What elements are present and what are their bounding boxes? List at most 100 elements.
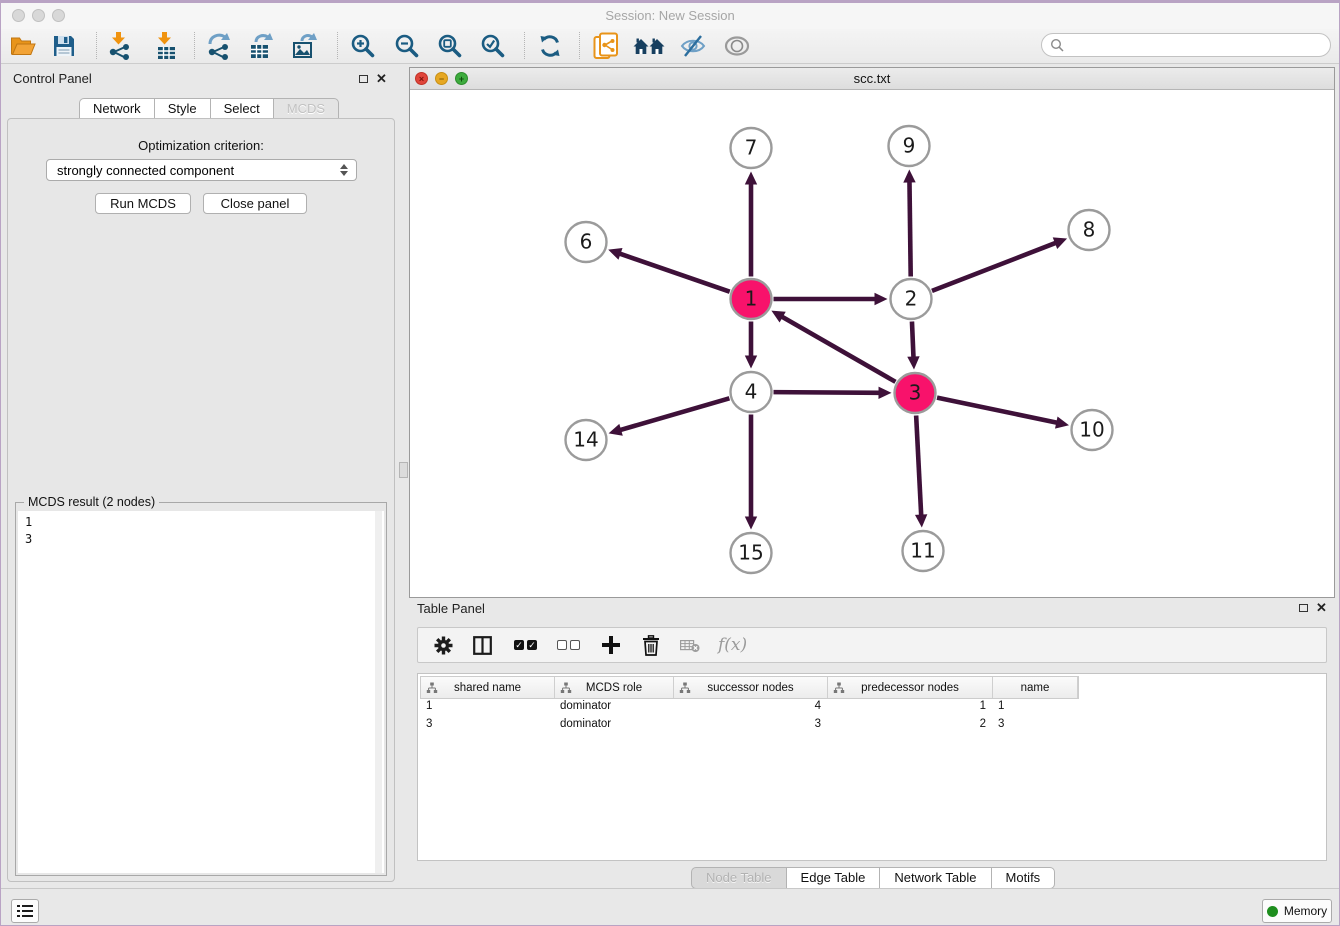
memory-button[interactable]: Memory [1262, 899, 1332, 923]
graph-node-7[interactable]: 7 [731, 128, 772, 168]
table-cell[interactable]: dominator [554, 697, 673, 715]
graph-edge-3-11[interactable] [916, 415, 921, 515]
graph-edge-4-14[interactable] [620, 398, 729, 430]
run-mcds-button[interactable]: Run MCDS [95, 193, 191, 214]
hide-panels-icon[interactable] [677, 30, 709, 62]
svg-text:9: 9 [903, 134, 916, 158]
control-tab-style[interactable]: Style [154, 98, 210, 120]
graph-node-1[interactable]: 1 [731, 279, 772, 319]
close-table-panel-icon[interactable] [1316, 603, 1327, 613]
table-cell[interactable]: 2 [827, 715, 992, 733]
table-header-row: shared nameMCDS rolesuccessor nodesprede… [420, 676, 1079, 699]
graph-edge-2-3[interactable] [912, 321, 914, 357]
network-canvas-svg[interactable]: 7 9 6 8 1 2 4 3 14 10 15 11 [410, 90, 1334, 597]
graph-node-14[interactable]: 14 [566, 420, 607, 460]
control-panel-title: Control Panel [13, 71, 92, 86]
search-box[interactable] [1041, 33, 1331, 57]
table-tab-edge-table[interactable]: Edge Table [786, 867, 880, 889]
table-cell[interactable]: 3 [673, 715, 827, 733]
graph-edge-3-10[interactable] [937, 398, 1057, 423]
graph-edge-2-8[interactable] [932, 243, 1056, 291]
refresh-view-icon[interactable] [534, 30, 566, 62]
svg-text:14: 14 [573, 428, 598, 452]
export-table-icon[interactable] [246, 30, 278, 62]
graph-node-6[interactable]: 6 [566, 222, 607, 262]
select-all-checkboxes-icon[interactable] [514, 640, 537, 650]
graph-node-4[interactable]: 4 [731, 372, 772, 412]
mcds-result-textarea[interactable]: 1 3 [18, 511, 384, 873]
graph-edge-3-1[interactable] [782, 317, 896, 382]
table-row[interactable]: 1dominator411 [420, 697, 1077, 715]
table-cell[interactable]: 4 [673, 697, 827, 715]
table-panel-title: Table Panel [417, 601, 485, 616]
close-panel-icon[interactable] [376, 74, 387, 84]
float-table-panel-icon[interactable] [1299, 604, 1308, 612]
zoom-in-icon[interactable] [347, 30, 379, 62]
task-history-button[interactable] [11, 899, 39, 923]
control-tab-select[interactable]: Select [210, 98, 273, 120]
network-document-icon[interactable] [590, 30, 622, 62]
import-table-icon[interactable] [150, 30, 182, 62]
table-panel-window-controls [1299, 603, 1327, 613]
table-cell[interactable]: 3 [420, 715, 554, 733]
control-panel-tabs: NetworkStyleSelectMCDS [79, 98, 339, 120]
graph-node-3[interactable]: 3 [895, 373, 936, 413]
export-network-icon[interactable] [203, 30, 235, 62]
save-session-icon[interactable] [48, 30, 80, 62]
export-image-icon[interactable] [290, 30, 322, 62]
close-panel-button[interactable]: Close panel [203, 193, 307, 214]
zoom-selected-icon[interactable] [477, 30, 509, 62]
column-panel-icon[interactable] [473, 636, 492, 655]
svg-text:10: 10 [1079, 418, 1104, 442]
main-toolbar [1, 29, 1339, 64]
table-cell[interactable]: 1 [420, 697, 554, 715]
graph-node-8[interactable]: 8 [1069, 210, 1110, 250]
column-header-MCDS-role[interactable]: MCDS role [555, 677, 674, 698]
graph-node-10[interactable]: 10 [1072, 410, 1113, 450]
optimization-criterion-select[interactable]: strongly connected component [46, 159, 357, 181]
control-tab-network[interactable]: Network [79, 98, 154, 120]
app-title: Session: New Session [1, 8, 1339, 23]
graph-node-11[interactable]: 11 [903, 531, 944, 571]
graph-edge-arrowhead [745, 356, 757, 369]
zoom-out-icon[interactable] [391, 30, 423, 62]
open-file-icon[interactable] [7, 30, 39, 62]
mcds-result-title: MCDS result (2 nodes) [24, 495, 159, 509]
table-cell[interactable]: dominator [554, 715, 673, 733]
import-network-icon[interactable] [104, 30, 136, 62]
table-cell[interactable]: 3 [992, 715, 1077, 733]
graph-node-9[interactable]: 9 [889, 126, 930, 166]
float-panel-icon[interactable] [359, 75, 368, 83]
delete-rows-trash-icon[interactable] [642, 635, 660, 656]
network-window-titlebar[interactable]: × − + scc.txt [410, 68, 1334, 90]
graph-node-15[interactable]: 15 [731, 533, 772, 573]
vertical-splitter-grip[interactable] [399, 462, 408, 478]
graph-edge-4-3[interactable] [773, 392, 879, 393]
table-tab-motifs[interactable]: Motifs [991, 867, 1056, 889]
table-options-gear-icon[interactable] [434, 636, 453, 655]
control-tab-mcds[interactable]: MCDS [273, 98, 339, 120]
column-header-predecessor-nodes[interactable]: predecessor nodes [828, 677, 993, 698]
add-row-icon[interactable] [602, 636, 620, 654]
toolbar-separator [524, 32, 525, 59]
delete-table-icon[interactable] [680, 638, 700, 653]
table-tab-network-table[interactable]: Network Table [879, 867, 990, 889]
graph-edge-1-6[interactable] [620, 254, 730, 292]
home-icon[interactable] [633, 30, 665, 62]
column-header-successor-nodes[interactable]: successor nodes [674, 677, 828, 698]
table-cell[interactable]: 1 [992, 697, 1077, 715]
table-tab-node-table[interactable]: Node Table [691, 867, 786, 889]
search-input[interactable] [1069, 37, 1330, 53]
deselect-all-checkboxes-icon[interactable] [557, 640, 580, 650]
column-header-shared-name[interactable]: shared name [421, 677, 555, 698]
table-cell[interactable]: 1 [827, 697, 992, 715]
graph-edge-arrowhead [745, 517, 757, 530]
show-panels-icon[interactable] [721, 30, 753, 62]
fit-content-icon[interactable] [434, 30, 466, 62]
function-builder-icon[interactable]: f(x) [718, 635, 747, 655]
column-header-name[interactable]: name [993, 677, 1078, 698]
graph-edge-2-9[interactable] [909, 181, 910, 276]
table-row[interactable]: 3dominator323 [420, 715, 1077, 733]
graph-node-2[interactable]: 2 [891, 279, 932, 319]
result-scrollbar[interactable] [375, 511, 382, 873]
